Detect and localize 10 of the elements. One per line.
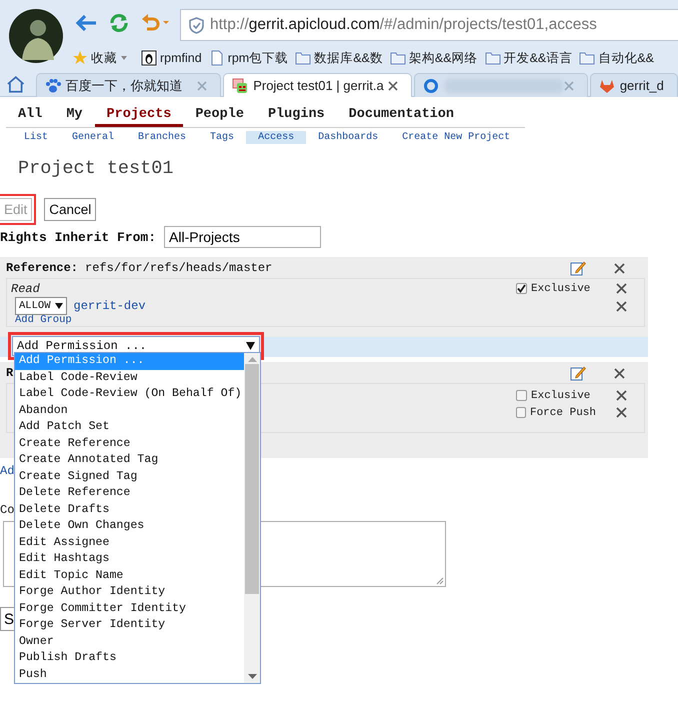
checkbox-label: Exclusive xyxy=(531,282,590,294)
checkbox-label: Exclusive xyxy=(531,390,590,402)
reference-label: Reference: xyxy=(6,261,78,275)
field-label: Rights Inherit From: xyxy=(0,230,156,244)
comment-label: Co xyxy=(0,503,14,516)
checkbox-label: Force Push xyxy=(530,406,596,418)
page-title: Project test01 xyxy=(18,157,174,181)
reference-pattern: refs/for/refs/heads/master xyxy=(85,261,272,275)
permission-name: Read xyxy=(11,282,40,296)
reference-label: R xyxy=(6,366,14,380)
